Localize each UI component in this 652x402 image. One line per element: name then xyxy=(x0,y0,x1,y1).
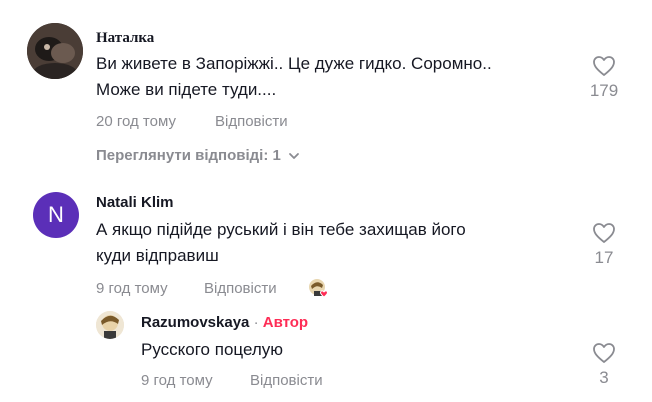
comment-author[interactable]: Natali Klim xyxy=(96,194,174,211)
comment-time: 9 год тому xyxy=(96,280,168,297)
reply-author[interactable]: Razumovskaya xyxy=(141,314,249,331)
like-button[interactable]: 17 xyxy=(586,222,622,268)
comment-author[interactable]: Наталка xyxy=(96,30,154,47)
comment-text-line: куди відправиш xyxy=(96,246,219,265)
like-button[interactable]: 3 xyxy=(586,342,622,388)
avatar[interactable] xyxy=(96,311,124,339)
avatar[interactable] xyxy=(27,23,83,79)
heart-icon xyxy=(593,56,615,76)
like-count: 179 xyxy=(589,81,619,100)
comment-time: 20 год тому xyxy=(96,113,176,130)
view-replies-button[interactable]: Переглянути відповіді: 1 xyxy=(96,147,301,164)
like-button[interactable]: 179 xyxy=(586,55,622,101)
heart-icon xyxy=(593,343,615,363)
comment-text-line: Ви живете в Запоріжжі.. Це дуже гидко. С… xyxy=(96,54,492,73)
heart-icon xyxy=(593,223,615,243)
reply-button[interactable]: Відповісти xyxy=(215,113,288,130)
like-count: 3 xyxy=(599,368,609,387)
separator: · xyxy=(253,314,259,331)
reply-button[interactable]: Відповісти xyxy=(250,372,323,389)
comment-text-line: Може ви підете туди.... xyxy=(96,80,277,99)
author-badge: Автор xyxy=(262,314,309,331)
reply-text: Русского поцелую xyxy=(141,340,284,359)
like-count: 17 xyxy=(594,248,614,267)
creator-liked-icon xyxy=(308,278,330,300)
avatar[interactable]: N xyxy=(33,192,79,238)
view-replies-label: Переглянути відповіді: 1 xyxy=(96,147,281,164)
avatar-letter: N xyxy=(48,202,64,227)
reply-author-line: Razumovskaya · Автор xyxy=(141,314,308,331)
chevron-down-icon xyxy=(288,152,299,159)
reply-time: 9 год тому xyxy=(141,372,213,389)
comment-text-line: А якщо підійде руський і він тебе захища… xyxy=(96,220,466,239)
reply-button[interactable]: Відповісти xyxy=(204,280,277,297)
